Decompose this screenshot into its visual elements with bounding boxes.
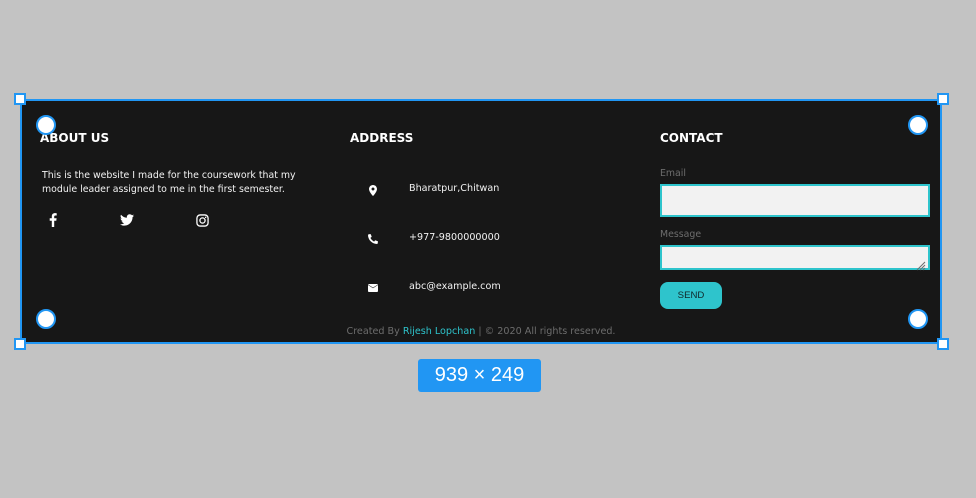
radius-handle-bottom-right[interactable] xyxy=(908,309,928,329)
resize-handle-top-right[interactable] xyxy=(937,93,949,105)
send-button[interactable]: SEND xyxy=(660,282,722,309)
rights-text: | © 2020 All rights reserved. xyxy=(475,326,616,337)
author-link[interactable]: Rijesh Lopchan xyxy=(403,326,475,337)
resize-handle-bottom-left[interactable] xyxy=(14,338,26,350)
address-email: abc@example.com xyxy=(409,281,501,292)
copyright-text: Created By Rijesh Lopchan | © 2020 All r… xyxy=(22,326,940,337)
radius-handle-top-right[interactable] xyxy=(908,115,928,135)
address-title: ADDRESS xyxy=(350,131,414,145)
radius-handle-bottom-left[interactable] xyxy=(36,309,56,329)
address-location: Bharatpur,Chitwan xyxy=(409,183,500,194)
about-text: This is the website I made for the cours… xyxy=(42,170,296,195)
created-by-label: Created By xyxy=(346,326,403,337)
contact-title: CONTACT xyxy=(660,131,723,145)
resize-handle-top-left[interactable] xyxy=(14,93,26,105)
message-label: Message xyxy=(660,229,702,240)
resize-handle-bottom-right[interactable] xyxy=(937,338,949,350)
facebook-icon[interactable] xyxy=(43,210,63,230)
instagram-icon[interactable] xyxy=(192,210,212,230)
envelope-icon xyxy=(366,281,380,295)
dimensions-badge: 939 × 249 xyxy=(418,359,541,392)
address-phone: +977-9800000000 xyxy=(409,232,500,243)
message-field[interactable] xyxy=(660,245,930,270)
phone-icon xyxy=(366,232,380,246)
email-label: Email xyxy=(660,168,687,179)
footer-section: ABOUT US This is the website I made for … xyxy=(20,99,942,344)
map-marker-icon xyxy=(366,183,380,197)
twitter-icon[interactable] xyxy=(117,210,137,230)
email-field[interactable] xyxy=(660,184,930,217)
resize-grip-icon[interactable] xyxy=(916,256,926,271)
radius-handle-top-left[interactable] xyxy=(36,115,56,135)
